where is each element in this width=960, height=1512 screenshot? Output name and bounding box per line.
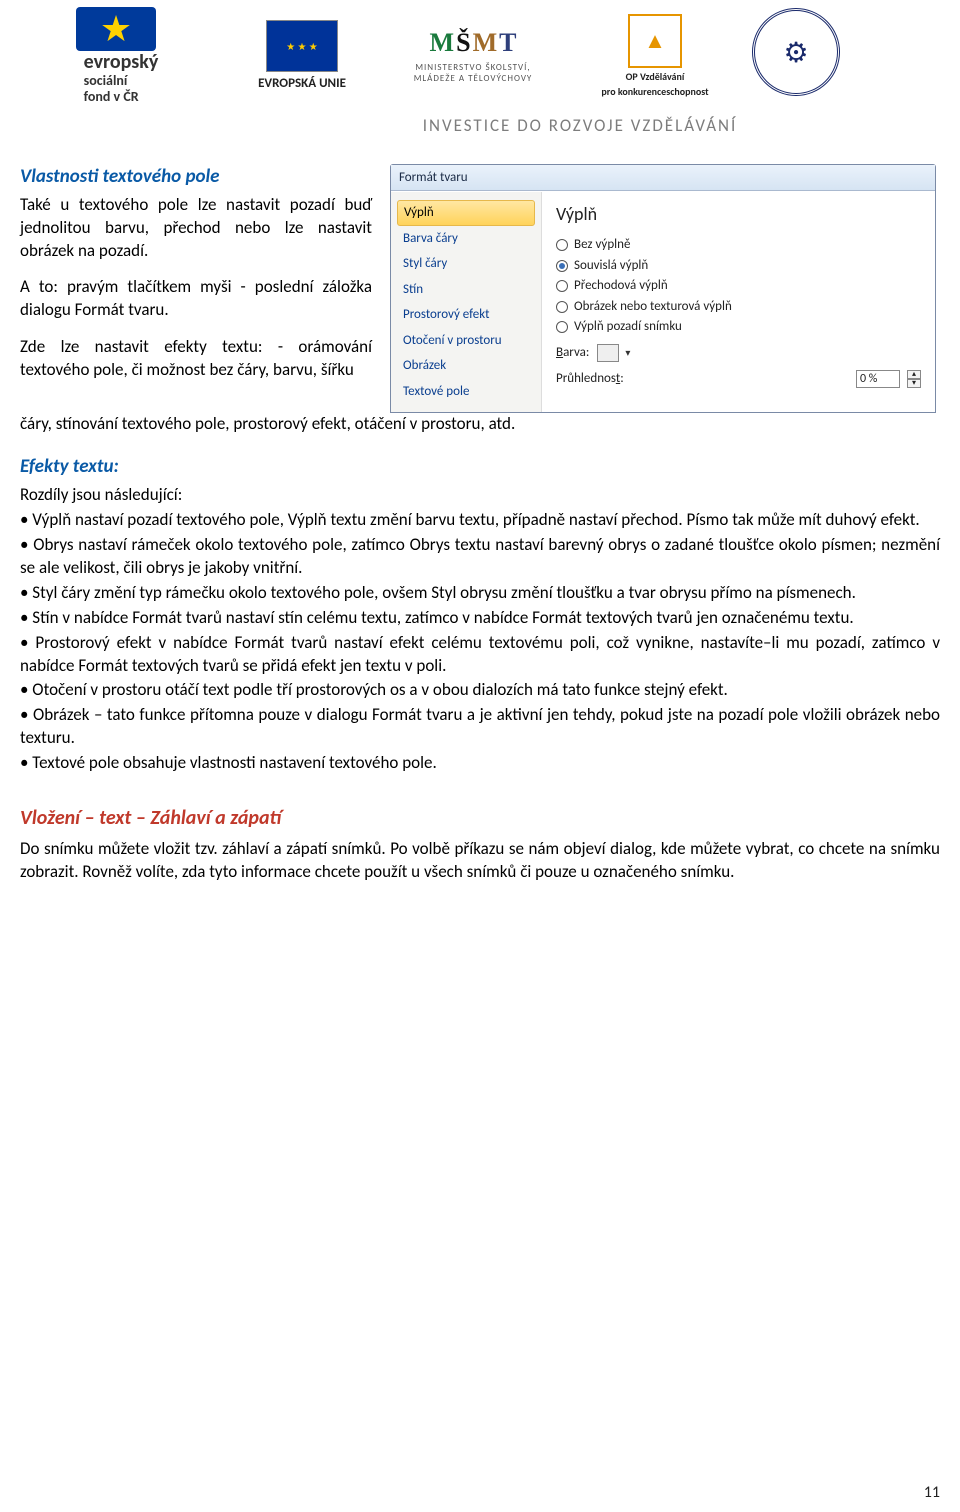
bullet-6: • Otočení v prostoru otáčí text podle tř… (20, 679, 940, 702)
panel-title: Výplň (556, 202, 921, 226)
label-barva: Barva: (556, 344, 589, 362)
bullet-3: • Styl čáry změní typ rámečku okolo text… (20, 582, 940, 605)
cat-prostorovy-efekt[interactable]: Prostorový efekt (393, 302, 539, 328)
radio-prechodova[interactable]: Přechodová výplň (556, 277, 921, 295)
bullet-1: • Výplň nastaví pozadí textového pole, V… (20, 509, 940, 532)
radio-pozadi-snimku[interactable]: Výplň pozadí snímku (556, 318, 921, 336)
field-pruhlednost: Průhlednost: 0 % ▴▾ (556, 370, 921, 388)
field-barva: Barva: (556, 344, 921, 362)
cat-barva-cary[interactable]: Barva čáry (393, 226, 539, 252)
radio-icon (556, 280, 568, 292)
radio-label: Výplň pozadí snímku (574, 318, 682, 336)
para-s1p2: A to: pravým tlačítkem myši - poslední z… (20, 276, 372, 322)
heading-vlozeni-zahlavi: Vložení – text – Záhlaví a zápatí (20, 805, 940, 832)
seal-logo: ⚙ (752, 8, 840, 96)
radio-icon (556, 321, 568, 333)
bullets-block: Rozdíly jsou následující: • Výplň nastav… (20, 484, 940, 775)
msmt-sub1: MINISTERSTVO ŠKOLSTVÍ, (415, 62, 530, 73)
opacity-input[interactable]: 0 % (856, 370, 900, 388)
para-s1p1: Také u textového pole lze nastavit pozad… (20, 194, 372, 263)
cat-stin[interactable]: Stín (393, 277, 539, 303)
logos-band: ★ evropský sociální fond v ČR ★ ★ ★ EVRO… (0, 0, 960, 136)
opvk-sub2: pro konkurenceschopnost (601, 85, 708, 98)
logos-row: ★ evropský sociální fond v ČR ★ ★ ★ EVRO… (16, 8, 944, 103)
investice-tagline: INVESTICE DO ROZVOJE VZDĚLÁVÁNÍ (216, 115, 944, 136)
bullet-8: • Textové pole obsahuje vlastnosti nasta… (20, 752, 940, 775)
lead-line: Rozdíly jsou následující: (20, 484, 940, 507)
cat-obrazek[interactable]: Obrázek (393, 353, 539, 379)
label-pruhlednost: Průhlednost: (556, 370, 624, 388)
dialog-titlebar: Formát tvaru (391, 165, 935, 191)
opvk-sub1: OP Vzdělávání (626, 70, 685, 83)
two-column-row: Vlastnosti textového pole Také u textové… (20, 164, 940, 413)
radio-icon (556, 260, 568, 272)
esf-logo: ★ evropský sociální fond v ČR (16, 8, 216, 103)
radio-label: Obrázek nebo texturová výplň (574, 298, 732, 316)
page-body: Vlastnosti textového pole Také u textové… (0, 164, 960, 884)
msmt-icon: MŠMT (430, 28, 517, 58)
msmt-logo: MŠMT MINISTERSTVO ŠKOLSTVÍ, MLÁDEŽE A TĚ… (388, 8, 558, 103)
cat-styl-cary[interactable]: Styl čáry (393, 251, 539, 277)
dialog-title: Formát tvaru (399, 169, 468, 187)
color-picker[interactable] (597, 344, 619, 362)
left-column: Vlastnosti textového pole Také u textové… (20, 164, 372, 413)
eu-logo: ★ ★ ★ EVROPSKÁ UNIE (228, 8, 376, 103)
cat-otoceni[interactable]: Otočení v prostoru (393, 328, 539, 354)
para-s3p1: Do snímku můžete vložit tzv. záhlaví a z… (20, 838, 940, 884)
para-s1p3-bottom: čáry, stínování textového pole, prostoro… (20, 413, 940, 436)
esf-text-line1: evropský (84, 51, 159, 73)
eu-flag-icon: ★ ★ ★ (266, 20, 338, 72)
opvk-square-icon: ▲ (628, 14, 682, 68)
bullet-4: • Stín v nabídce Formát tvarů nastaví st… (20, 607, 940, 630)
eu-label: EVROPSKÁ UNIE (258, 76, 346, 91)
radio-icon (556, 239, 568, 251)
esf-text: evropský sociální fond v ČR (84, 51, 159, 104)
esf-text-line3: fond v ČR (84, 89, 159, 104)
dialog-format-tvaru: Formát tvaru Výplň Barva čáry Styl čáry … (390, 164, 936, 413)
dialog-panel: Výplň Bez výplně Souvislá výplň Přechodo… (541, 192, 935, 412)
bullet-5: • Prostorový efekt v nabídce Formát tvar… (20, 632, 940, 678)
heading-vlastnosti: Vlastnosti textového pole (20, 164, 372, 190)
cat-vypln[interactable]: Výplň (397, 200, 535, 226)
msmt-sub2: MLÁDEŽE A TĚLOVÝCHOVY (414, 73, 533, 84)
opvk-logo: ▲ OP Vzdělávání pro konkurenceschopnost (570, 8, 740, 103)
esf-star-icon: ★ (76, 7, 156, 51)
radio-label: Souvislá výplň (574, 257, 648, 275)
right-column: Formát tvaru Výplň Barva čáry Styl čáry … (390, 164, 936, 413)
esf-text-line2: sociální (84, 73, 159, 88)
spinner-down-icon: ▾ (907, 379, 921, 388)
radio-bez-vyplne[interactable]: Bez výplně (556, 236, 921, 254)
cat-textove-pole[interactable]: Textové pole (393, 379, 539, 405)
radio-icon (556, 301, 568, 313)
radio-obrazek-textura[interactable]: Obrázek nebo texturová výplň (556, 298, 921, 316)
bullet-2: • Obrys nastaví rámeček okolo textového … (20, 534, 940, 580)
dialog-inner: Výplň Barva čáry Styl čáry Stín Prostoro… (391, 191, 935, 412)
bullet-7: • Obrázek – tato funkce přítomna pouze v… (20, 704, 940, 750)
radio-souvisla[interactable]: Souvislá výplň (556, 257, 921, 275)
heading-efekty-textu: Efekty textu: (20, 454, 940, 480)
para-s1p3-top: Zde lze nastavit efekty textu: - orámová… (20, 336, 372, 382)
opacity-spinner[interactable]: ▴▾ (907, 370, 921, 388)
radio-label: Přechodová výplň (574, 277, 668, 295)
page-number: 11 (924, 1483, 940, 1502)
radio-label: Bez výplně (574, 236, 630, 254)
dialog-category-list: Výplň Barva čáry Styl čáry Stín Prostoro… (391, 192, 541, 412)
